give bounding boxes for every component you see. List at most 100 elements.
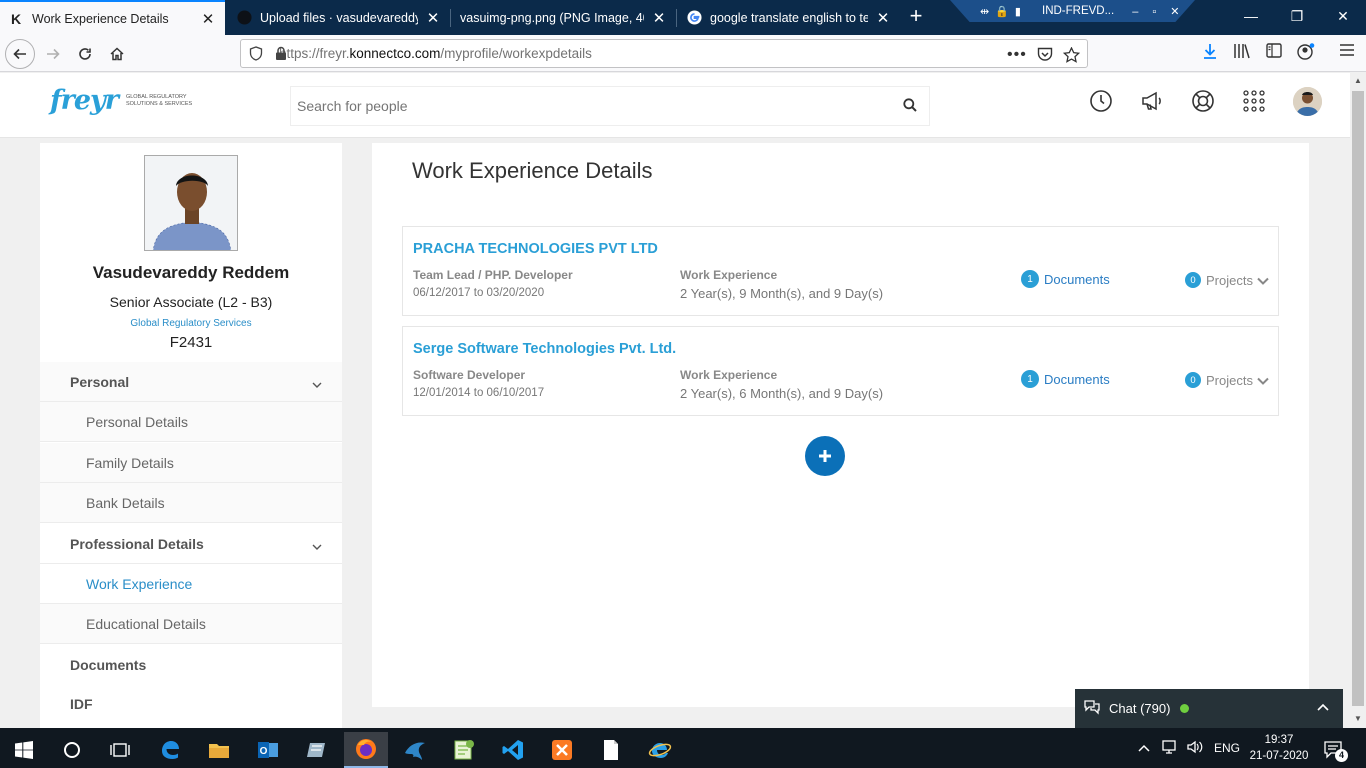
sidebar-item-educational-details[interactable]: Educational Details [40,604,342,644]
sidebar-item-idf[interactable]: IDF [40,684,342,724]
close-tab-icon[interactable]: ✕ [424,9,442,27]
sidebar-item-label: Personal Details [86,413,188,430]
profile-department[interactable]: Global Regulatory Services [40,318,342,329]
taskbar-file-explorer[interactable] [197,732,241,768]
tab-upload-files[interactable]: Upload files · vasudevareddyre ✕ [228,0,450,35]
user-avatar[interactable] [1293,87,1322,116]
sidebar-item-bank-details[interactable]: Bank Details [40,483,342,523]
sidebar-item-work-experience[interactable]: Work Experience [40,564,342,604]
sidebar-item-label: Educational Details [86,615,206,632]
sidebar-item-personal-details[interactable]: Personal Details [40,402,342,442]
announcements-button[interactable] [1139,88,1165,114]
forward-button[interactable] [38,39,68,69]
taskbar-outlook[interactable]: O [246,732,290,768]
library-button[interactable] [1231,43,1253,64]
bookmark-star-button[interactable] [1063,40,1080,69]
page-scrollbar[interactable]: ▲ ▼ [1350,73,1366,728]
app-header: freyr Global Regulatory Solutions & Serv… [0,73,1350,138]
scroll-down-arrow-icon[interactable]: ▼ [1350,711,1366,727]
tab-separator [450,9,451,27]
action-center-button[interactable]: 4 [1314,732,1354,768]
close-tab-icon[interactable]: ✕ [874,9,892,27]
url-bar[interactable]: https://freyr.konnectco.com/myprofile/wo… [240,39,1088,68]
new-tab-button[interactable]: + [903,4,929,30]
browser-nav-bar: https://freyr.konnectco.com/myprofile/wo… [0,35,1366,72]
home-button[interactable] [102,39,132,69]
taskbar-clock[interactable]: 19:37 21-07-2020 [1248,732,1310,764]
hamburger-menu-icon [1340,44,1354,56]
taskbar-app-generic[interactable] [295,732,339,768]
taskbar-notepad-plus[interactable] [442,732,486,768]
taskbar-mysql-workbench[interactable] [393,732,437,768]
restore-window-button[interactable]: ❐ [1274,0,1320,35]
recent-activity-button[interactable] [1088,88,1114,114]
tab-title: vasuimg-png.png (PNG Image, 402 [460,10,644,25]
search-input[interactable] [297,98,887,114]
tab-png-image[interactable]: vasuimg-png.png (PNG Image, 402 ✕ [452,0,676,35]
input-language[interactable]: ENG [1214,741,1240,755]
scroll-up-arrow-icon[interactable]: ▲ [1350,73,1366,89]
company-name[interactable]: PRACHA TECHNOLOGIES PVT LTD [413,241,658,257]
freyr-logo[interactable]: freyr Global Regulatory Solutions & Serv… [50,85,196,116]
minimize-window-button[interactable]: — [1228,0,1274,35]
documents-link[interactable]: 1 Documents [1021,370,1110,388]
page-actions-menu-icon[interactable]: ••• [1007,46,1027,64]
shield-icon[interactable] [249,46,263,64]
back-button[interactable] [5,39,35,69]
vscode-icon [502,740,523,760]
work-experience-panel: Work Experience Details PRACHA TECHNOLOG… [372,143,1309,707]
chevron-up-icon[interactable] [1317,699,1329,714]
notification-count-badge: 4 [1335,749,1348,762]
app-menu-button[interactable] [1336,43,1358,62]
taskbar-firefox[interactable] [344,732,388,768]
downloads-button[interactable] [1199,43,1221,65]
search-icon[interactable] [903,98,917,115]
outlook-icon: O [258,742,278,758]
url-prefix: https://freyr. [279,46,350,61]
projects-toggle[interactable]: 0 Projects [1185,272,1269,288]
taskbar-xampp[interactable] [540,732,584,768]
account-button[interactable] [1295,43,1317,65]
konnect-favicon-icon: K [10,10,22,27]
windows-start-button[interactable] [2,732,46,768]
help-button[interactable] [1190,88,1216,114]
company-name[interactable]: Serge Software Technologies Pvt. Ltd. [413,341,676,357]
projects-toggle[interactable]: 0 Projects [1185,372,1269,388]
sidebar-group-personal[interactable]: Personal [40,362,342,402]
show-hidden-icons-icon[interactable] [1138,741,1156,755]
reload-button[interactable] [70,39,100,69]
experience-card: Serge Software Technologies Pvt. Ltd. So… [402,326,1279,416]
sidebar-item-documents[interactable]: Documents [40,645,342,685]
tab-google-translate[interactable]: google translate english to telu ✕ [678,0,900,35]
sidebar-item-label: Bank Details [86,494,165,511]
volume-icon[interactable] [1186,739,1210,758]
add-experience-button[interactable] [805,436,845,476]
search-taskbar-button[interactable] [50,732,94,768]
download-icon [1204,44,1216,59]
close-tab-icon[interactable]: ✕ [650,9,668,27]
taskbar-edge[interactable] [148,732,192,768]
chat-widget[interactable]: Chat (790) [1075,689,1343,728]
sidebar-item-family-details[interactable]: Family Details [40,443,342,483]
projects-label: Projects [1206,372,1253,388]
vpn-window-controls[interactable]: –▫✕ [1132,5,1193,18]
apps-grid-button[interactable] [1241,88,1267,114]
lock-icon[interactable] [275,46,287,64]
taskbar-document[interactable] [589,732,633,768]
tab-work-experience[interactable]: K Work Experience Details ✕ [0,0,225,35]
close-tab-icon[interactable]: ✕ [199,10,217,28]
sidebar-toggle-button[interactable] [1263,43,1285,63]
scroll-thumb[interactable] [1352,91,1364,706]
taskbar-internet-explorer[interactable] [638,732,682,768]
back-arrow-icon [13,48,26,60]
pocket-button[interactable] [1037,40,1053,69]
sidebar-group-professional[interactable]: Professional Details [40,524,342,564]
close-window-button[interactable]: ✕ [1320,0,1366,35]
url-text[interactable]: https://freyr.konnectco.com/myprofile/wo… [279,46,592,61]
task-view-button[interactable] [98,732,142,768]
taskbar-vscode[interactable] [491,732,535,768]
sidebar-group-label: Professional Details [70,535,204,552]
documents-link[interactable]: 1 Documents [1021,270,1110,288]
profile-photo [144,155,238,251]
network-icon[interactable] [1162,739,1186,758]
